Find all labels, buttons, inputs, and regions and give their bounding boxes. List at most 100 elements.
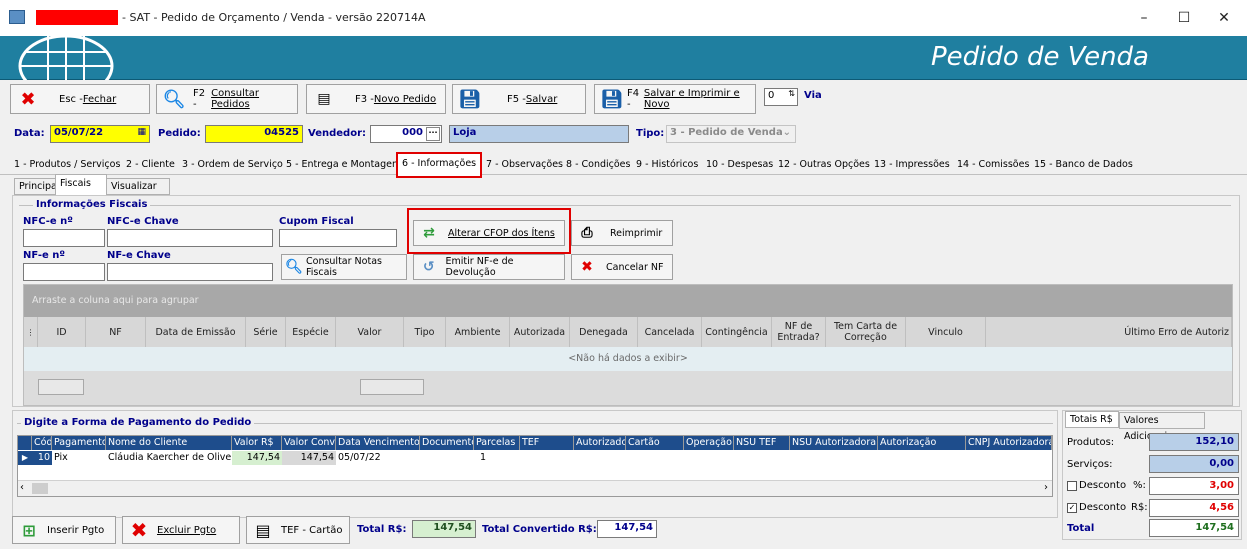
nfe-number-field[interactable] [23, 263, 105, 281]
pcol-operacao[interactable]: Operação [684, 436, 734, 450]
save-button[interactable]: 💾︎ F5 - Salvar [452, 84, 586, 114]
total-converted-value: 147,54 [597, 520, 657, 538]
tab-valores-adicionais[interactable]: Valores Adicionais [1119, 412, 1205, 442]
pcell-nome[interactable]: Cláudia Kaercher de Oliveira [106, 451, 232, 465]
col-denegada[interactable]: Denegada [570, 317, 638, 347]
scroll-thumb[interactable] [32, 483, 48, 494]
col-tipo[interactable]: Tipo [404, 317, 446, 347]
pcol-tef[interactable]: TEF [520, 436, 574, 450]
stepper-arrows-icon[interactable]: ⇅ [788, 89, 795, 98]
nfce-number-field[interactable] [23, 229, 105, 247]
tab-observacoes[interactable]: 7 - Observações [482, 155, 567, 175]
calendar-icon[interactable]: ▦ [137, 127, 146, 137]
minimize-button[interactable]: – [1124, 6, 1164, 30]
pcol-autorizacao[interactable]: Autorização [878, 436, 966, 450]
save-print-new-button[interactable]: 💾︎ F4 - Salvar e Imprimir e Novo [594, 84, 756, 114]
col-serie[interactable]: Série [246, 317, 286, 347]
pcell-valor[interactable]: 147,54 [232, 451, 282, 465]
group-by-area[interactable]: Arraste a coluna aqui para agrupar [24, 285, 1232, 317]
col-cancelada[interactable]: Cancelada [638, 317, 702, 347]
alter-cfop-button[interactable]: ⇄ Alterar CFOP dos Ítens [413, 220, 565, 246]
date-field[interactable]: 05/07/22 ▦ [50, 125, 150, 143]
tab-produtos[interactable]: 1 - Produtos / Serviços [10, 155, 124, 175]
col-vinculo[interactable]: Vinculo [906, 317, 986, 347]
discount-pct-value[interactable]: 3,00 [1149, 477, 1239, 495]
nfce-key-field[interactable] [107, 229, 273, 247]
pcol-valor-conv[interactable]: Valor Conv [282, 436, 336, 450]
tab-informacoes[interactable]: 6 - Informações [396, 152, 482, 178]
tab-ordem-servico[interactable]: 3 - Ordem de Serviço [178, 155, 287, 175]
devolution-button[interactable]: ↺ Emitir NF-e de Devolução [413, 254, 565, 280]
tab-historicos[interactable]: 9 - Históricos [632, 155, 702, 175]
pcol-autorizador[interactable]: Autorizador [574, 436, 626, 450]
pcol-vencimento[interactable]: Data Vencimento [336, 436, 420, 450]
tef-card-button[interactable]: ▤ TEF - Cartão [246, 516, 350, 544]
pcol-documento[interactable]: Documento [420, 436, 474, 450]
pcell-parcelas[interactable]: 1 [474, 451, 520, 465]
pcol-cod[interactable]: Cód [32, 436, 52, 450]
tab-impressoes[interactable]: 13 - Impressões [870, 155, 954, 175]
pcol-cartao[interactable]: Cartão [626, 436, 684, 450]
pcell-valor-conv[interactable]: 147,54 [282, 451, 336, 465]
scroll-right-icon[interactable]: › [1044, 482, 1048, 493]
col-carta-correcao[interactable]: Tem Carta de Correção [826, 317, 906, 347]
nfe-key-field[interactable] [107, 263, 273, 281]
subtab-principal[interactable]: Principal [14, 178, 59, 195]
consult-nf-button[interactable]: 🔍︎ Consultar Notas Fiscais [281, 254, 407, 280]
col-nf-entrada[interactable]: NF de Entrada? [772, 317, 826, 347]
pcol-nsu-tef[interactable]: NSU TEF [734, 436, 790, 450]
ellipsis-icon[interactable]: ··· [426, 127, 440, 141]
column-chooser-icon[interactable]: ⋮ [24, 317, 38, 347]
cancel-nf-label: Cancelar NF [606, 261, 664, 273]
tab-entrega[interactable]: 5 - Entrega e Montagem [282, 155, 405, 175]
seller-code-field[interactable]: 000 ··· [370, 125, 442, 143]
via-stepper[interactable]: 0 ⇅ [764, 88, 798, 106]
maximize-button[interactable]: ☐ [1164, 6, 1204, 30]
tab-despesas[interactable]: 10 - Despesas [702, 155, 777, 175]
reprint-button[interactable]: ⎙ Reimprimir [571, 220, 673, 246]
payment-grid-header: Cód Pagamento Nome do Cliente Valor R$ V… [18, 436, 1052, 450]
col-data-emissao[interactable]: Data de Emissão [146, 317, 246, 347]
consult-orders-button[interactable]: 🔍︎ F2 - Consultar Pedidos [156, 84, 298, 114]
col-ambiente[interactable]: Ambiente [446, 317, 510, 347]
discount-rs-value[interactable]: 4,56 [1149, 499, 1239, 517]
pcell-pagamento[interactable]: Pix [52, 451, 106, 465]
order-number-field[interactable]: 04525 [205, 125, 303, 143]
col-valor[interactable]: Valor [336, 317, 404, 347]
delete-payment-button[interactable]: ✖ Excluir Pgto [122, 516, 240, 544]
cupom-field[interactable] [279, 229, 397, 247]
cancel-nf-button[interactable]: ✖ Cancelar NF [571, 254, 673, 280]
produtos-label: Produtos: [1067, 437, 1115, 448]
pcell-vencimento[interactable]: 05/07/22 [336, 451, 420, 465]
pcol-valor[interactable]: Valor R$ [232, 436, 282, 450]
subtab-fiscais[interactable]: Fiscais [55, 174, 107, 196]
col-especie[interactable]: Espécie [286, 317, 336, 347]
pcol-cnpj[interactable]: CNPJ Autorizadora [966, 436, 1052, 450]
horizontal-scrollbar[interactable]: ‹ › [18, 480, 1052, 496]
new-order-button[interactable]: ▤ F3 - Novo Pedido [306, 84, 446, 114]
subtab-visualizar-xml[interactable]: Visualizar XML [106, 178, 170, 208]
insert-payment-button[interactable]: ⊞ Inserir Pgto [12, 516, 116, 544]
pcol-parcelas[interactable]: Parcelas [474, 436, 520, 450]
tab-condicoes[interactable]: 8 - Condições [562, 155, 634, 175]
tab-comissoes[interactable]: 14 - Comissões [953, 155, 1033, 175]
col-ultimo-erro[interactable]: Último Erro de Autoriz [986, 317, 1232, 347]
tab-banco-dados[interactable]: 15 - Banco de Dados [1030, 155, 1137, 175]
pcol-pagamento[interactable]: Pagamento [52, 436, 106, 450]
tab-cliente[interactable]: 2 - Cliente [122, 155, 179, 175]
discount-rs-checkbox[interactable]: ✓ [1067, 503, 1077, 513]
pcell-cod[interactable]: 10 [32, 451, 52, 465]
close-window-button[interactable]: ✕ [1204, 6, 1244, 30]
col-contingencia[interactable]: Contingência [702, 317, 772, 347]
col-nf[interactable]: NF [86, 317, 146, 347]
discount-pct-checkbox[interactable] [1067, 481, 1077, 491]
col-id[interactable]: ID [38, 317, 86, 347]
tab-totais[interactable]: Totais R$ [1065, 411, 1119, 428]
tab-outras-opcoes[interactable]: 12 - Outras Opções [774, 155, 874, 175]
close-button[interactable]: ✖ Esc - Fechar [10, 84, 150, 114]
type-select[interactable]: 3 - Pedido de Venda ⌄ [666, 125, 796, 143]
pcol-nsu-autorizadora[interactable]: NSU Autorizadora [790, 436, 878, 450]
pcol-nome[interactable]: Nome do Cliente [106, 436, 232, 450]
scroll-left-icon[interactable]: ‹ [20, 482, 24, 493]
col-autorizada[interactable]: Autorizada [510, 317, 570, 347]
